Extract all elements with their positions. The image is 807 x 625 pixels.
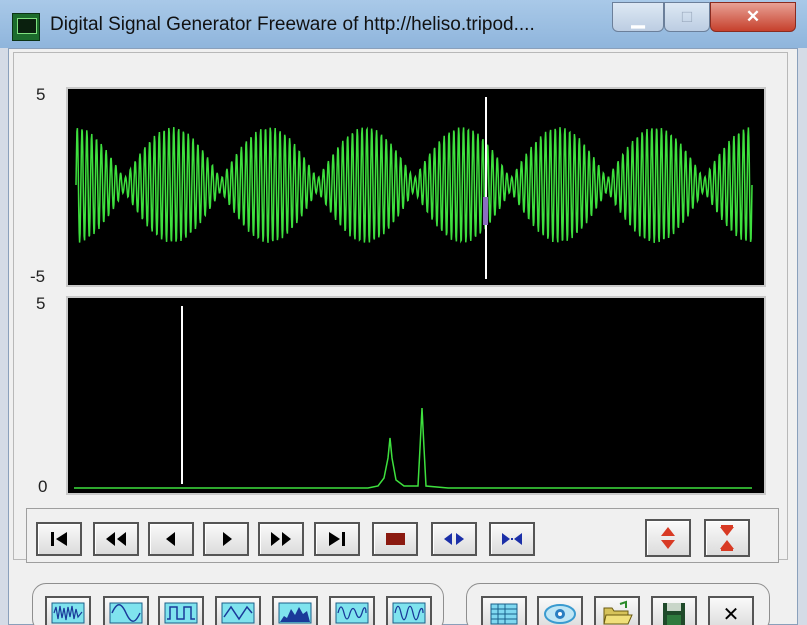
- title-bar[interactable]: Digital Signal Generator Freeware of htt…: [0, 0, 807, 48]
- skip-to-start-button[interactable]: [36, 522, 82, 556]
- spectrum-plot[interactable]: [66, 296, 766, 495]
- close-button[interactable]: ✕: [710, 2, 796, 32]
- spectrum-area-button[interactable]: [272, 596, 318, 625]
- waveform-trace: [75, 126, 753, 244]
- expand-vertical-icon: [661, 527, 675, 549]
- rewind-button[interactable]: [93, 522, 139, 556]
- square-wave-button[interactable]: [158, 596, 204, 625]
- cursor-handle[interactable]: [483, 197, 488, 225]
- rewind-icon: [106, 532, 126, 546]
- open-folder-button[interactable]: [594, 596, 640, 625]
- fast-forward-button[interactable]: [258, 522, 304, 556]
- play-icon: [223, 532, 232, 546]
- time-domain-plot[interactable]: [66, 87, 766, 287]
- fast-forward-icon: [271, 532, 291, 546]
- close-icon: ✕: [745, 7, 761, 26]
- triangle-wave-button[interactable]: [215, 596, 261, 625]
- spectrum-y-max-label: 5: [36, 294, 46, 313]
- spectrum-canvas: [74, 306, 752, 489]
- play-button[interactable]: [203, 522, 249, 556]
- time-y-min-label: -5: [30, 267, 46, 286]
- skip-to-start-icon: [51, 532, 67, 546]
- compress-horizontal-icon: [502, 533, 522, 545]
- exit-icon: ✕: [722, 604, 740, 625]
- eye-button[interactable]: [537, 596, 583, 625]
- minimize-button[interactable]: ▁: [612, 2, 664, 32]
- step-back-icon: [166, 532, 175, 546]
- expand-vertical-button[interactable]: [645, 519, 691, 557]
- burst-wave-button[interactable]: [386, 596, 432, 625]
- expand-horizontal-icon: [444, 533, 464, 545]
- exit-button[interactable]: ✕: [708, 596, 754, 625]
- compress-vertical-button[interactable]: [704, 519, 750, 557]
- compress-vertical-icon: [720, 525, 734, 551]
- maximize-icon: □: [681, 7, 693, 26]
- expand-horizontal-button[interactable]: [431, 522, 477, 556]
- eye-icon: [544, 604, 576, 624]
- square-wave-icon: [164, 602, 198, 624]
- save-disk-icon: [663, 603, 685, 625]
- stop-icon: [386, 533, 405, 545]
- save-button[interactable]: [651, 596, 697, 625]
- time-domain-canvas: [75, 97, 753, 279]
- minimize-icon: ▁: [631, 9, 645, 28]
- spectrum-trace: [74, 407, 752, 489]
- stop-button[interactable]: [372, 522, 418, 556]
- modulated-wave-button[interactable]: [329, 596, 375, 625]
- spectrum-y-min-label: 0: [38, 477, 48, 496]
- spectrum-area-icon: [278, 602, 312, 624]
- sine-wave-icon: [109, 602, 143, 624]
- compress-horizontal-button[interactable]: [489, 522, 535, 556]
- skip-to-end-icon: [329, 532, 345, 546]
- maximize-button[interactable]: □: [664, 2, 710, 32]
- modulated-wave-icon: [335, 602, 369, 624]
- open-folder-icon: [603, 600, 633, 625]
- sine-wave-button[interactable]: [103, 596, 149, 625]
- app-icon: [12, 13, 40, 41]
- burst-wave-icon: [392, 602, 426, 624]
- triangle-wave-icon: [221, 602, 255, 624]
- table-icon: [490, 603, 518, 625]
- window-title: Digital Signal Generator Freeware of htt…: [50, 14, 535, 35]
- step-back-button[interactable]: [148, 522, 194, 556]
- skip-to-end-button[interactable]: [314, 522, 360, 556]
- table-button[interactable]: [481, 596, 527, 625]
- noise-wave-icon: [51, 602, 85, 624]
- time-y-max-label: 5: [36, 85, 46, 104]
- noise-wave-button[interactable]: [45, 596, 91, 625]
- app-window: Digital Signal Generator Freeware of htt…: [0, 0, 807, 625]
